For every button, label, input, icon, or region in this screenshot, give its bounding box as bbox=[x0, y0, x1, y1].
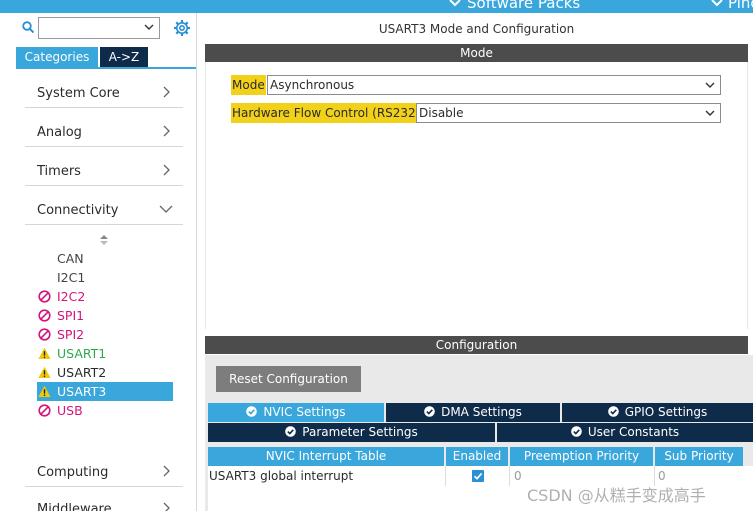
category-label: Connectivity bbox=[37, 203, 119, 218]
warning-icon bbox=[38, 385, 51, 397]
categories-panel: Categories A->Z System Core Analog Timer… bbox=[0, 13, 197, 511]
peripheral-label: I2C2 bbox=[57, 289, 86, 304]
tab-gpio-settings[interactable]: GPIO Settings bbox=[562, 403, 753, 422]
search-icon[interactable] bbox=[22, 21, 34, 33]
tab-underline bbox=[16, 67, 196, 69]
column-header-sub-priority[interactable]: Sub Priority bbox=[655, 447, 743, 466]
peripheral-usb[interactable]: USB bbox=[37, 401, 173, 420]
mode-label: Mode bbox=[231, 75, 266, 95]
tab-nvic-settings[interactable]: NVIC Settings bbox=[208, 403, 384, 422]
peripheral-can[interactable]: CAN bbox=[37, 249, 173, 268]
chevron-right-icon bbox=[163, 164, 170, 176]
peripheral-label: SPI2 bbox=[57, 327, 85, 342]
chevron-down-icon[interactable] bbox=[143, 21, 155, 33]
peripheral-label: I2C1 bbox=[57, 270, 86, 285]
category-middleware[interactable]: Middleware bbox=[25, 494, 183, 511]
category-connectivity[interactable]: Connectivity bbox=[25, 195, 183, 225]
warning-icon bbox=[38, 366, 51, 378]
tab-dma-settings[interactable]: DMA Settings bbox=[386, 403, 560, 422]
chevron-down-icon bbox=[711, 0, 723, 7]
peripheral-spi2[interactable]: SPI2 bbox=[37, 325, 173, 344]
chevron-right-icon bbox=[163, 125, 170, 137]
disabled-icon bbox=[38, 328, 51, 341]
flow-control-select-value: Disable bbox=[419, 106, 464, 120]
gear-icon[interactable] bbox=[173, 19, 191, 37]
configuration-section-header: Configuration bbox=[205, 336, 748, 354]
category-timers[interactable]: Timers bbox=[25, 156, 183, 186]
tab-user-constants[interactable]: User Constants bbox=[497, 423, 753, 442]
peripheral-label: USART1 bbox=[57, 346, 107, 361]
column-header-nvic-table[interactable]: NVIC Interrupt Table bbox=[208, 447, 444, 466]
mode-select-value: Asynchronous bbox=[270, 78, 355, 92]
search-combo[interactable] bbox=[38, 17, 160, 39]
tab-categories[interactable]: Categories bbox=[16, 47, 98, 67]
warning-icon bbox=[38, 347, 51, 359]
peripheral-usart3[interactable]: USART3 bbox=[37, 382, 173, 401]
watermark: CSDN @从糕手变成高手 bbox=[527, 486, 706, 505]
disabled-icon bbox=[38, 404, 51, 417]
peripheral-spi1[interactable]: SPI1 bbox=[37, 306, 173, 325]
tab-label: GPIO Settings bbox=[624, 405, 708, 419]
category-system-core[interactable]: System Core bbox=[25, 78, 183, 108]
check-circle-icon bbox=[607, 406, 619, 417]
disabled-icon bbox=[38, 309, 51, 322]
chevron-right-icon bbox=[163, 502, 170, 511]
mode-field-row: Mode Asynchronous bbox=[231, 75, 721, 95]
chevron-right-icon bbox=[163, 86, 170, 98]
peripheral-i2c1[interactable]: I2C1 bbox=[37, 268, 173, 287]
chevron-right-icon bbox=[163, 465, 170, 477]
tab-a-to-z[interactable]: A->Z bbox=[100, 47, 148, 67]
enabled-cell bbox=[446, 466, 510, 486]
category-label: Middleware bbox=[37, 502, 112, 511]
interrupt-name-cell: USART3 global interrupt bbox=[208, 466, 446, 486]
tab-parameter-settings[interactable]: Parameter Settings bbox=[208, 423, 495, 442]
mode-section-header: Mode bbox=[205, 44, 748, 62]
category-label: Analog bbox=[37, 125, 82, 140]
mode-configuration-panel: USART3 Mode and Configuration Mode Mode … bbox=[205, 13, 753, 511]
page-title: USART3 Mode and Configuration bbox=[378, 22, 575, 36]
search-row bbox=[0, 13, 197, 43]
tab-label: NVIC Settings bbox=[263, 405, 346, 419]
disabled-icon bbox=[38, 290, 51, 303]
enabled-checkbox[interactable] bbox=[472, 470, 484, 482]
flow-control-select[interactable]: Disable bbox=[416, 103, 721, 123]
category-label: Computing bbox=[37, 465, 109, 480]
peripheral-label: USB bbox=[57, 403, 83, 418]
tab-label: User Constants bbox=[587, 425, 680, 439]
check-circle-icon bbox=[285, 426, 297, 437]
software-packs-menu[interactable]: Software Packs bbox=[467, 0, 580, 12]
peripheral-usart2[interactable]: USART2 bbox=[37, 363, 173, 382]
tab-label: DMA Settings bbox=[441, 405, 522, 419]
pinout-menu[interactable]: Pinout bbox=[728, 0, 753, 12]
tab-label: Parameter Settings bbox=[302, 425, 418, 439]
column-header-preemption[interactable]: Preemption Priority bbox=[510, 447, 653, 466]
chevron-down-icon[interactable] bbox=[704, 79, 716, 91]
top-nav-bar: Software Packs Pinout bbox=[0, 0, 753, 13]
flow-control-field-row: Hardware Flow Control (RS232) Disable bbox=[231, 103, 721, 123]
category-computing[interactable]: Computing bbox=[25, 457, 183, 487]
app-window: Software Packs Pinout bbox=[0, 0, 753, 511]
chevron-down-icon bbox=[159, 205, 173, 213]
check-circle-icon bbox=[246, 406, 258, 417]
peripheral-label: SPI1 bbox=[57, 308, 85, 323]
mode-select[interactable]: Asynchronous bbox=[267, 75, 721, 95]
check-circle-icon bbox=[424, 406, 435, 417]
column-header-enabled[interactable]: Enabled bbox=[446, 447, 508, 466]
check-circle-icon bbox=[571, 426, 582, 437]
peripheral-i2c2[interactable]: I2C2 bbox=[37, 287, 173, 306]
category-analog[interactable]: Analog bbox=[25, 117, 183, 147]
category-label: System Core bbox=[37, 86, 120, 101]
mode-area: Mode Asynchronous Hardware Flow Control … bbox=[205, 62, 748, 329]
reset-configuration-button[interactable]: Reset Configuration bbox=[216, 366, 361, 392]
peripheral-usart1[interactable]: USART1 bbox=[37, 344, 173, 363]
sort-icon[interactable] bbox=[99, 234, 109, 246]
category-label: Timers bbox=[37, 164, 81, 179]
flow-control-label: Hardware Flow Control (RS232) bbox=[231, 103, 422, 123]
peripheral-label: CAN bbox=[57, 251, 84, 266]
chevron-down-icon bbox=[449, 0, 461, 7]
chevron-down-icon[interactable] bbox=[704, 107, 716, 119]
peripheral-label: USART3 bbox=[57, 384, 107, 399]
peripheral-label: USART2 bbox=[57, 365, 107, 380]
